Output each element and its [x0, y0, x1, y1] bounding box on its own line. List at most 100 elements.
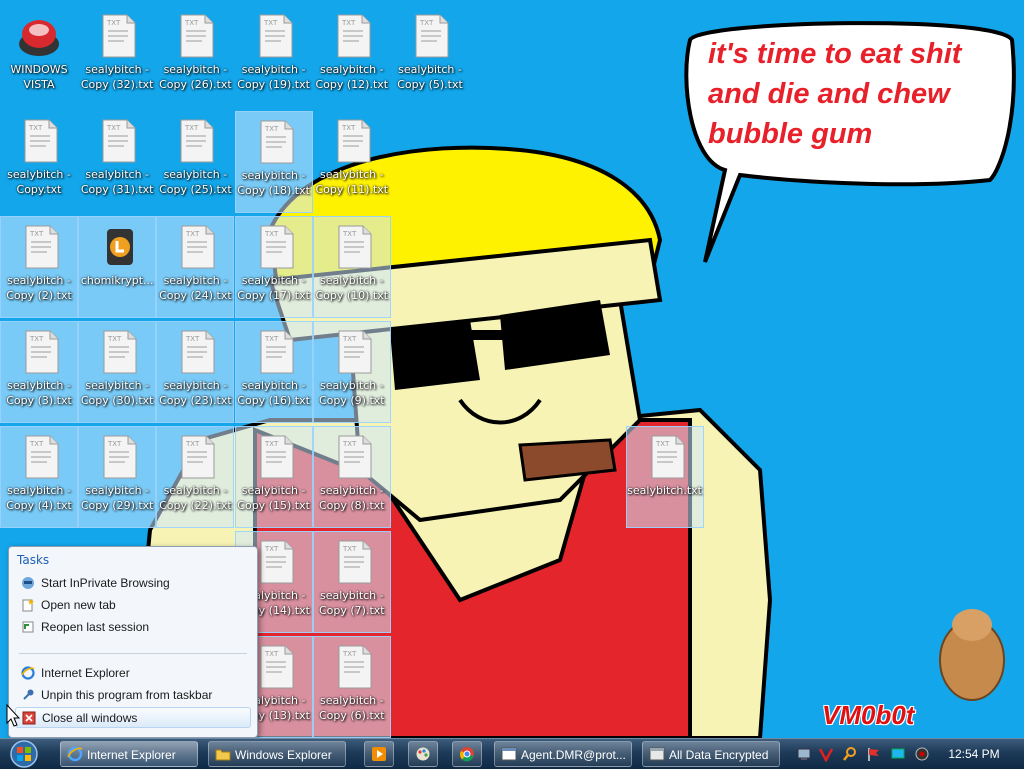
desktop-icon-text-file[interactable]: TXT sealybitch - Copy (24).txt: [156, 216, 235, 318]
desktop-icon-text-file[interactable]: TXT sealybitch - Copy (8).txt: [312, 426, 391, 528]
desktop-icon-text-file[interactable]: TXT sealybitch - Copy (26).txt: [156, 6, 234, 108]
svg-text:TXT: TXT: [342, 650, 357, 658]
jump-item-reopen-session[interactable]: Reopen last session: [15, 617, 251, 638]
ie-jump-list: Tasks Start InPrivate Browsing Open new …: [8, 546, 258, 738]
desktop-icon-text-file[interactable]: TXT sealybitch - Copy (5).txt: [391, 6, 469, 108]
desktop-icon-text-file[interactable]: TXT sealybitch - Copy (29).txt: [78, 426, 157, 528]
desktop-icon-text-file[interactable]: TXT sealybitch - Copy (7).txt: [312, 531, 391, 633]
desktop-icon-text-file[interactable]: TXT sealybitch - Copy (9).txt: [312, 321, 391, 423]
desktop-icon-text-file[interactable]: TXT sealybitch - Copy (17).txt: [234, 216, 313, 318]
desktop-icon-text-file[interactable]: TXT sealybitch - Copy (18).txt: [234, 111, 313, 213]
chrome-icon: [460, 747, 474, 762]
vista-app-icon: [19, 20, 59, 56]
taskbar-chrome[interactable]: [452, 741, 482, 767]
taskbar-agent-window[interactable]: Agent.DMR@prot...: [494, 741, 632, 767]
desktop-icon-app[interactable]: WINDOWS VISTA: [0, 6, 78, 108]
mouse-cursor: [6, 704, 20, 727]
taskbar-all-data-encrypted[interactable]: All Data Encrypted: [642, 741, 780, 767]
svg-text:TXT: TXT: [264, 440, 279, 448]
desktop-icon-label: sealybitch - Copy (23).txt: [159, 379, 232, 407]
desktop-icon-text-file[interactable]: TXT sealybitch - Copy (32).txt: [78, 6, 156, 108]
taskbar-clock[interactable]: 12:54 PM: [944, 739, 1004, 769]
jump-item-label: Open new tab: [41, 598, 116, 612]
desktop-icon-text-file[interactable]: TXT sealybitch - Copy (4).txt: [0, 426, 78, 528]
desktop-icon-text-file[interactable]: TXT sealybitch - Copy (6).txt: [312, 636, 391, 738]
svg-text:TXT: TXT: [29, 230, 44, 238]
svg-text:TXT: TXT: [184, 124, 199, 132]
text-file-icon: TXT: [260, 225, 294, 269]
svg-text:TXT: TXT: [342, 230, 357, 238]
text-file-icon: TXT: [103, 330, 137, 374]
unpin-icon: [23, 689, 34, 700]
desktop-icon-text-file[interactable]: TXT sealybitch - Copy (23).txt: [156, 321, 235, 423]
desktop-icon-text-file[interactable]: TXT sealybitch - Copy (2).txt: [0, 216, 78, 318]
svg-text:TXT: TXT: [185, 230, 200, 238]
desktop-icon-label: sealybitch - Copy (30).txt: [80, 379, 154, 407]
desktop-icon-label: sealybitch - Copy (4).txt: [6, 484, 72, 512]
text-file-icon: TXT: [102, 14, 136, 58]
desktop-icon-label: WINDOWS VISTA: [10, 63, 68, 91]
taskbar-internet-explorer[interactable]: Internet Explorer: [60, 741, 198, 767]
text-file-icon: TXT: [338, 435, 372, 479]
jump-item-start-inprivate[interactable]: Start InPrivate Browsing: [15, 573, 251, 594]
internet-explorer-icon: [21, 666, 35, 680]
desktop-icon-app[interactable]: chomikrypt...: [78, 216, 157, 318]
desktop-icon-label: sealybitch - Copy (5).txt: [397, 63, 463, 91]
desktop-icon-text-file[interactable]: TXT sealybitch - Copy (25).txt: [156, 111, 234, 213]
desktop-icon-label: sealybitch - Copy (29).txt: [80, 484, 154, 512]
display-icon[interactable]: [890, 746, 906, 762]
desktop-icon-text-file[interactable]: TXT sealybitch - Copy (11).txt: [313, 111, 391, 213]
text-file-icon: TXT: [651, 435, 685, 479]
desktop-icon-label: sealybitch - Copy.txt: [7, 168, 71, 196]
jump-item-label: Start InPrivate Browsing: [41, 576, 170, 590]
taskbar-paint[interactable]: [408, 741, 438, 767]
desktop-icon-text-file[interactable]: TXT sealybitch - Copy (12).txt: [313, 6, 391, 108]
desktop-icon-label: sealybitch - Copy (15).txt: [237, 484, 310, 512]
desktop-icon-text-file[interactable]: TXT sealybitch - Copy (10).txt: [312, 216, 391, 318]
desktop-icon-text-file[interactable]: TXT sealybitch - Copy.txt: [0, 111, 78, 213]
desktop-icon-label: sealybitch - Copy (31).txt: [80, 168, 154, 196]
desktop-icon-text-file[interactable]: TXT sealybitch - Copy (31).txt: [78, 111, 156, 213]
jump-item-label: Reopen last session: [41, 620, 150, 634]
jump-item-open-new-tab[interactable]: Open new tab: [15, 595, 251, 616]
network-icon[interactable]: [796, 746, 812, 762]
svg-text:TXT: TXT: [107, 440, 122, 448]
desktop-icon-label: sealybitch - Copy (3).txt: [6, 379, 72, 407]
svg-text:TXT: TXT: [342, 335, 357, 343]
desktop-icon-text-file[interactable]: TXT sealybitch - Copy (22).txt: [156, 426, 235, 528]
desktop-icon-text-file[interactable]: TXT sealybitch - Copy (15).txt: [234, 426, 313, 528]
antivirus-icon[interactable]: [818, 746, 834, 762]
flag-icon[interactable]: [866, 746, 882, 762]
taskbar-button-label: Agent.DMR@prot...: [521, 748, 626, 762]
text-file-icon: TXT: [260, 120, 294, 164]
text-file-icon: TXT: [181, 225, 215, 269]
desktop[interactable]: it's time to eat shit and die and chew b…: [0, 0, 1024, 738]
svg-text:TXT: TXT: [341, 19, 356, 27]
paint-icon: [416, 747, 430, 761]
desktop-icon-label: sealybitch - Copy (9).txt: [318, 379, 385, 407]
desktop-icon-text-file[interactable]: TXT sealybitch - Copy (19).txt: [235, 6, 313, 108]
search-tray-icon[interactable]: [842, 746, 858, 762]
desktop-icon-text-file[interactable]: TXT sealybitch - Copy (3).txt: [0, 321, 78, 423]
speaker-icon[interactable]: [914, 746, 930, 762]
desktop-icon-text-file[interactable]: TXT sealybitch - Copy (30).txt: [78, 321, 157, 423]
taskbar-button-label: Internet Explorer: [87, 748, 176, 762]
desktop-icon-text-file[interactable]: TXT sealybitch - Copy (16).txt: [234, 321, 313, 423]
jump-item-label: Unpin this program from taskbar: [41, 688, 213, 702]
jump-item-close-all-windows[interactable]: Close all windows: [15, 707, 251, 728]
text-file-icon: TXT: [337, 14, 371, 58]
desktop-icon-label: sealybitch - Copy (8).txt: [318, 484, 385, 512]
svg-text:TXT: TXT: [106, 124, 121, 132]
text-file-icon: TXT: [25, 435, 59, 479]
svg-text:TXT: TXT: [264, 545, 279, 553]
jump-item-unpin[interactable]: Unpin this program from taskbar: [15, 685, 251, 706]
jump-list-tasks-header: Tasks: [17, 553, 50, 567]
taskbar-windows-explorer[interactable]: Windows Explorer: [208, 741, 346, 767]
text-file-icon: TXT: [24, 119, 58, 163]
svg-text:TXT: TXT: [655, 440, 670, 448]
start-button[interactable]: [3, 739, 45, 769]
desktop-icon-text-file[interactable]: TXT sealybitch.txt: [625, 426, 704, 528]
new-tab-icon: [22, 599, 34, 612]
taskbar-media-player[interactable]: [364, 741, 394, 767]
jump-item-internet-explorer[interactable]: Internet Explorer: [15, 663, 251, 684]
